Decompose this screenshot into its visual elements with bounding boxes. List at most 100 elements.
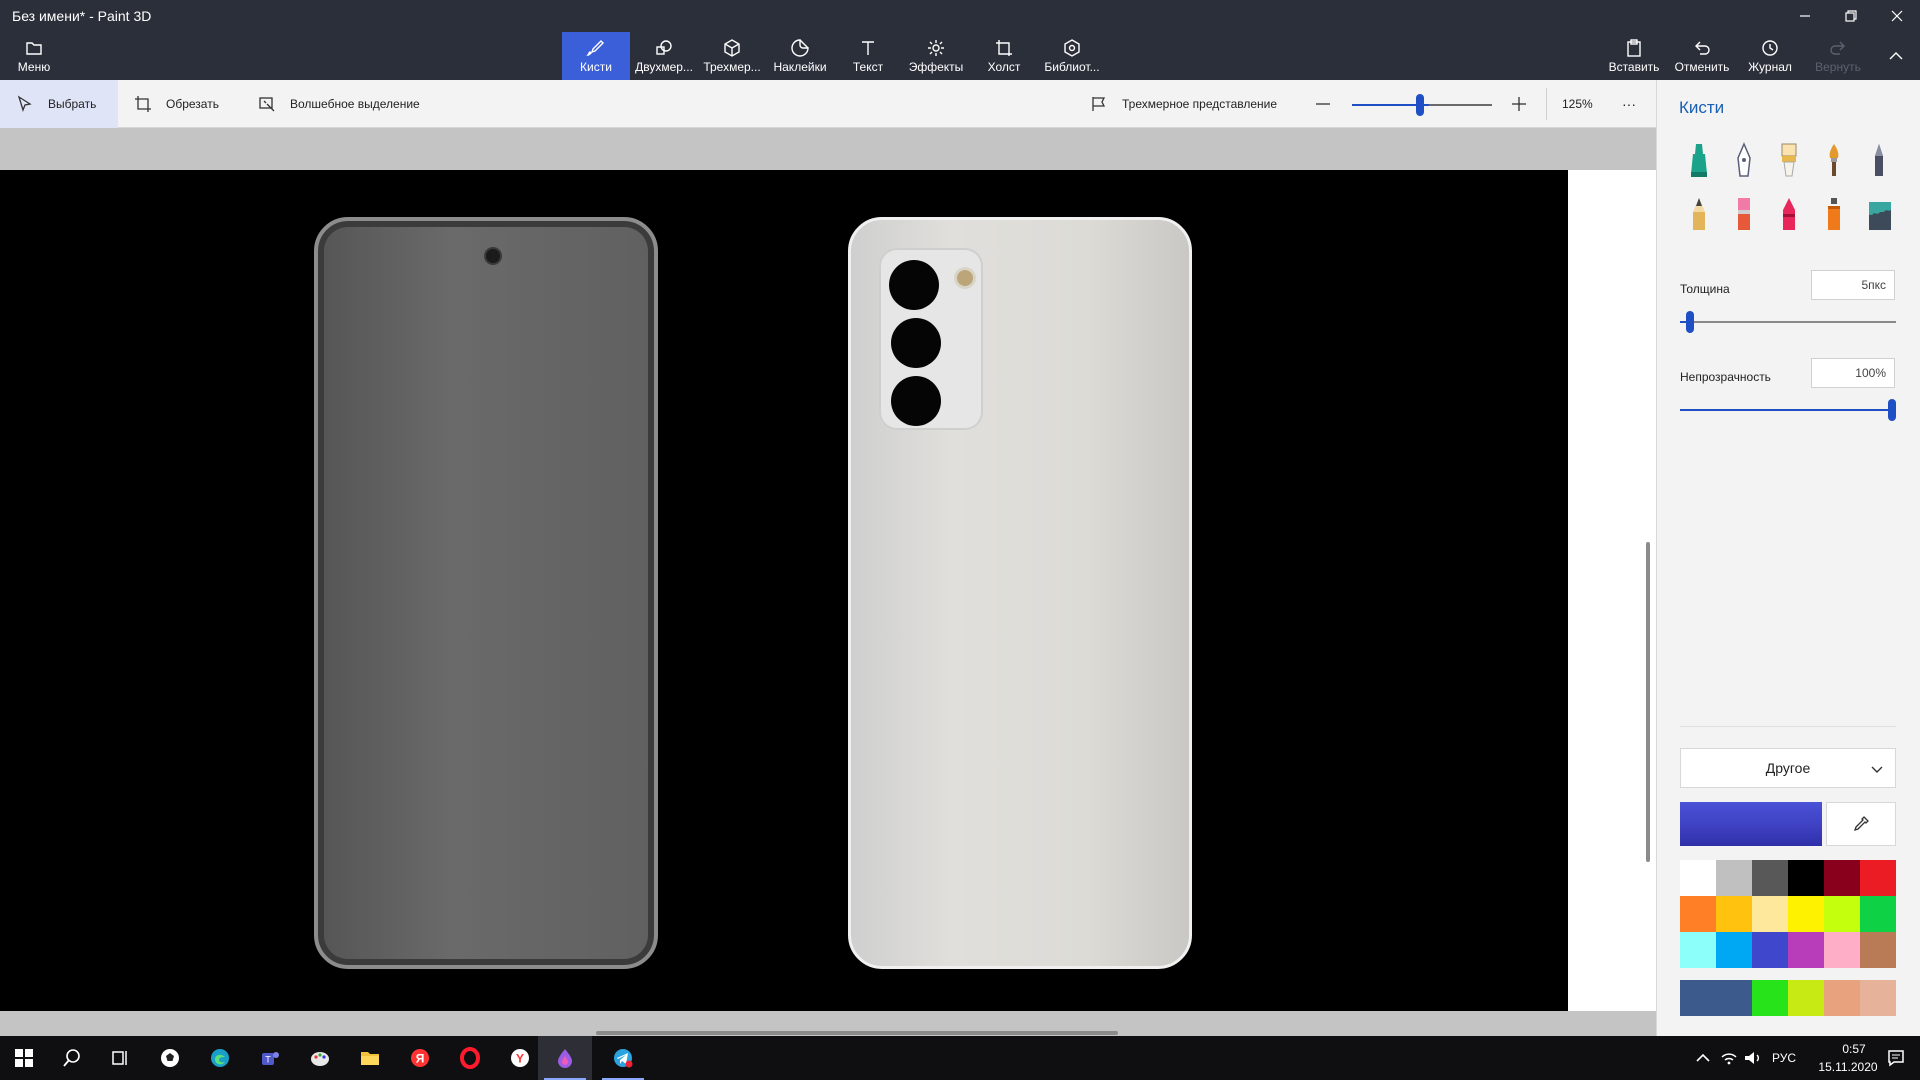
crop-button[interactable]: Обрезать <box>134 80 219 128</box>
color-swatch[interactable] <box>1860 896 1896 932</box>
crayon-button[interactable] <box>1771 196 1807 232</box>
color-swatch[interactable] <box>1752 860 1788 896</box>
pencil-button[interactable] <box>1681 196 1717 232</box>
color-swatch[interactable] <box>1716 932 1752 968</box>
spray-can-button[interactable] <box>1816 196 1852 232</box>
restore-button[interactable] <box>1828 0 1874 32</box>
eyedropper-button[interactable] <box>1826 802 1896 846</box>
taskbar-app[interactable]: T <box>246 1036 294 1080</box>
color-swatch[interactable] <box>1860 860 1896 896</box>
thickness-slider[interactable] <box>1680 321 1896 323</box>
calligraphy-pen-button[interactable] <box>1726 142 1762 178</box>
zoom-level[interactable]: 125% <box>1562 80 1593 128</box>
history-button[interactable]: Журнал <box>1736 32 1804 80</box>
taskbar-app-telegram[interactable] <box>596 1036 650 1080</box>
folder-icon <box>26 42 42 55</box>
color-swatch[interactable] <box>1824 896 1860 932</box>
taskbar-app-paint3d[interactable] <box>538 1036 592 1080</box>
color-swatch[interactable] <box>1752 932 1788 968</box>
canvas-blank-area[interactable] <box>1568 170 1656 1011</box>
paint3d-icon <box>558 1049 572 1068</box>
zoom-out-button[interactable] <box>1314 80 1332 128</box>
oil-brush-button[interactable] <box>1771 142 1807 178</box>
select-button[interactable]: Выбрать <box>0 80 118 128</box>
magic-select-button[interactable]: Волшебное выделение <box>258 80 420 128</box>
color-swatch[interactable] <box>1716 860 1752 896</box>
color-swatch[interactable] <box>1680 932 1716 968</box>
custom-color-swatch[interactable] <box>1860 980 1896 1016</box>
taskbar-app[interactable] <box>296 1036 344 1080</box>
language-indicator[interactable]: РУС <box>1772 1051 1796 1065</box>
taskbar-app[interactable]: Y <box>496 1036 544 1080</box>
tab-3d-library[interactable]: Библиот... <box>1038 32 1106 80</box>
network-button[interactable] <box>1718 1036 1740 1080</box>
zoom-in-button[interactable] <box>1510 80 1528 128</box>
search-button[interactable] <box>48 1036 96 1080</box>
tab-effects[interactable]: Эффекты <box>902 32 970 80</box>
cursor-icon <box>17 95 32 112</box>
custom-color-swatch[interactable] <box>1824 980 1860 1016</box>
close-button[interactable] <box>1874 0 1920 32</box>
more-options-button[interactable]: ··· <box>1622 80 1636 128</box>
taskbar-app[interactable]: Я <box>396 1036 444 1080</box>
pixel-pen-button[interactable] <box>1861 142 1897 178</box>
color-mode-dropdown[interactable]: Другое <box>1680 748 1896 788</box>
thickness-slider-thumb[interactable] <box>1686 311 1695 333</box>
color-swatch[interactable] <box>1716 896 1752 932</box>
tab-3d-shapes[interactable]: Трехмер... <box>698 32 766 80</box>
watercolor-brush-button[interactable] <box>1816 142 1852 178</box>
opacity-slider-thumb[interactable] <box>1888 399 1896 421</box>
color-swatch[interactable] <box>1680 860 1716 896</box>
minimize-button[interactable] <box>1782 0 1828 32</box>
notifications-button[interactable] <box>1872 1036 1920 1080</box>
paste-button[interactable]: Вставить <box>1600 32 1668 80</box>
thickness-label: Толщина <box>1680 282 1730 296</box>
color-swatch[interactable] <box>1788 896 1824 932</box>
custom-color-swatch[interactable] <box>1788 980 1824 1016</box>
menu-button[interactable]: Меню <box>8 32 60 80</box>
custom-color-swatch[interactable] <box>1752 980 1788 1016</box>
color-swatch[interactable] <box>1788 860 1824 896</box>
zoom-slider-thumb[interactable] <box>1416 94 1424 116</box>
task-view-button[interactable] <box>96 1036 144 1080</box>
color-swatch[interactable] <box>1680 896 1716 932</box>
text-icon <box>862 41 874 55</box>
tab-stickers[interactable]: Наклейки <box>766 32 834 80</box>
phone-front-image <box>314 217 658 969</box>
volume-button[interactable] <box>1742 1036 1764 1080</box>
marker-icon <box>1691 144 1707 177</box>
taskbar-app[interactable] <box>146 1036 194 1080</box>
marker-brush-button[interactable] <box>1681 142 1717 178</box>
thickness-input[interactable]: 5пкс <box>1811 270 1895 300</box>
color-swatch[interactable] <box>1860 932 1896 968</box>
color-swatch[interactable] <box>1788 932 1824 968</box>
vertical-scrollbar[interactable] <box>1646 542 1650 862</box>
fill-button[interactable] <box>1861 196 1897 232</box>
tray-overflow-button[interactable] <box>1692 1036 1714 1080</box>
canvas-image[interactable] <box>0 170 1568 1011</box>
tab-canvas[interactable]: Холст <box>970 32 1038 80</box>
eraser-button[interactable] <box>1726 196 1762 232</box>
chevron-up-icon <box>1696 1053 1710 1062</box>
color-swatch[interactable] <box>1824 932 1860 968</box>
collapse-ribbon-button[interactable] <box>1872 32 1920 80</box>
custom-color-swatch[interactable] <box>1680 980 1752 1016</box>
taskbar-app[interactable] <box>196 1036 244 1080</box>
taskbar-app[interactable] <box>446 1036 494 1080</box>
tab-text[interactable]: Текст <box>834 32 902 80</box>
color-swatch[interactable] <box>1824 860 1860 896</box>
canvas-workspace[interactable] <box>0 128 1656 1036</box>
redo-button[interactable]: Вернуть <box>1804 32 1872 80</box>
color-swatch[interactable] <box>1752 896 1788 932</box>
current-color-swatch[interactable] <box>1680 802 1822 846</box>
start-button[interactable] <box>0 1036 48 1080</box>
tab-brushes[interactable]: Кисти <box>562 32 630 80</box>
opacity-slider[interactable] <box>1680 409 1896 411</box>
3d-view-button[interactable]: Трехмерное представление <box>1090 80 1277 128</box>
tab-2d-shapes[interactable]: Двухмер... <box>630 32 698 80</box>
opacity-input[interactable]: 100% <box>1811 358 1895 388</box>
undo-button[interactable]: Отменить <box>1668 32 1736 80</box>
horizontal-scrollbar[interactable] <box>596 1031 1118 1035</box>
taskbar-app[interactable] <box>346 1036 394 1080</box>
effects-icon <box>928 40 944 56</box>
